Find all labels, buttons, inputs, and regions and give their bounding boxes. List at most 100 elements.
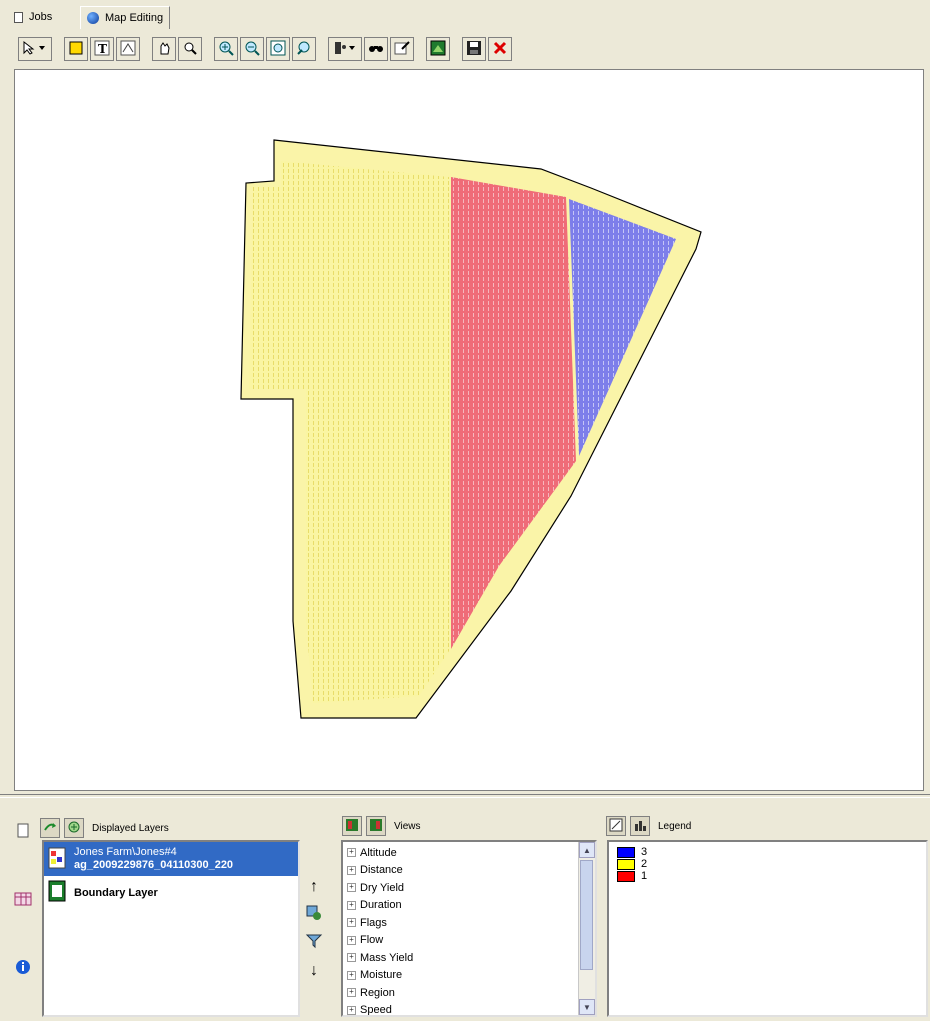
tab-jobs[interactable]: Jobs <box>8 6 58 28</box>
view-item[interactable]: + Flow <box>343 932 595 950</box>
scroll-up-button[interactable]: ▲ <box>579 842 595 858</box>
view-item[interactable]: + Speed <box>343 1002 595 1015</box>
legend-box: 321 <box>607 840 928 1017</box>
expand-icon[interactable]: + <box>347 865 356 875</box>
svg-text:T: T <box>98 42 107 56</box>
tab-jobs-label: Jobs <box>29 11 53 23</box>
text-button[interactable]: T <box>90 37 114 61</box>
expand-icon[interactable]: + <box>347 988 356 998</box>
save-button[interactable] <box>462 37 486 61</box>
view-item-label: Dry Yield <box>360 881 405 894</box>
legend-list: 321 <box>609 842 926 882</box>
side-tab-table[interactable] <box>10 880 36 920</box>
expand-icon[interactable]: + <box>347 848 356 858</box>
side-tab-layers[interactable] <box>10 812 36 852</box>
scroll-down-button[interactable]: ▼ <box>579 999 595 1015</box>
add-layer-button[interactable] <box>40 818 60 838</box>
zoom-in-icon <box>218 40 234 59</box>
side-tab-info[interactable] <box>10 948 36 988</box>
view-item[interactable]: + Altitude <box>343 844 595 862</box>
move-layer-up-button[interactable]: ↑ <box>302 875 326 899</box>
legend-label: 3 <box>641 846 648 858</box>
view-item[interactable]: + Distance <box>343 862 595 880</box>
boundary-layer-icon <box>48 880 66 905</box>
save-icon <box>466 40 482 59</box>
map-canvas[interactable] <box>14 69 924 791</box>
select-dropdown-button[interactable] <box>18 37 52 61</box>
view-item-label: Flags <box>360 916 387 929</box>
legend-edit-icon <box>609 818 623 835</box>
text-icon: T <box>94 40 110 59</box>
view-item[interactable]: + Duration <box>343 897 595 915</box>
view-item[interactable]: + Region <box>343 984 595 1002</box>
expand-icon[interactable]: + <box>347 953 356 963</box>
legend-header: Legend <box>606 816 691 836</box>
expand-icon[interactable]: + <box>347 900 356 910</box>
move-layer-down-button[interactable]: ↓ <box>302 959 326 983</box>
view-item-label: Mass Yield <box>360 951 414 964</box>
edit-vertices-button[interactable] <box>116 37 140 61</box>
chevron-down-icon: ▼ <box>583 1002 591 1012</box>
find-icon <box>368 40 384 59</box>
scroll-thumb[interactable] <box>580 860 593 970</box>
info-dropdown-button[interactable] <box>328 37 362 61</box>
legend-chart-button[interactable] <box>630 816 650 836</box>
yield-zone-3 <box>569 199 676 456</box>
views-title: Views <box>394 820 421 832</box>
view-item-label: Distance <box>360 864 403 877</box>
polygon-button[interactable] <box>64 37 88 61</box>
info-icon <box>15 959 31 978</box>
layer-order-controls: ↑ ↓ <box>302 875 330 987</box>
legend-item: 1 <box>609 870 926 882</box>
add-layer-icon <box>43 820 57 837</box>
arrow-up-icon: ↑ <box>310 878 318 895</box>
select-dropdown-icon <box>22 40 48 59</box>
tab-bar: Jobs Map Editing <box>0 0 930 32</box>
view-item[interactable]: + Flags <box>343 914 595 932</box>
layer-properties-button[interactable] <box>302 903 326 927</box>
info-dropdown-icon <box>332 40 358 59</box>
view-grid-button[interactable] <box>366 816 386 836</box>
expand-icon[interactable]: + <box>347 935 356 945</box>
tab-map-editing[interactable]: Map Editing <box>80 6 171 29</box>
view-grid-icon <box>369 818 383 835</box>
identify-button[interactable] <box>390 37 414 61</box>
refresh-layer-button[interactable] <box>64 818 84 838</box>
legend-swatch <box>617 858 635 870</box>
view-item[interactable]: + Dry Yield <box>343 879 595 897</box>
legend-item: 2 <box>609 858 926 870</box>
legend-title: Legend <box>658 820 692 832</box>
expand-icon[interactable]: + <box>347 883 356 893</box>
legend-label: 1 <box>641 870 648 882</box>
chevron-up-icon: ▲ <box>583 845 591 855</box>
views-scrollbar[interactable]: ▲ ▼ <box>578 842 595 1015</box>
layer-item-map[interactable]: Jones Farm\Jones#4 ag_2009229876_0411030… <box>44 842 298 876</box>
legend-edit-button[interactable] <box>606 816 626 836</box>
close-button[interactable] <box>488 37 512 61</box>
zoom-in-button[interactable] <box>214 37 238 61</box>
expand-icon[interactable]: + <box>347 1005 356 1015</box>
zoom-out-button[interactable] <box>240 37 264 61</box>
panel-separator <box>0 794 930 798</box>
layer-filter-button[interactable] <box>302 931 326 955</box>
find-button[interactable] <box>364 37 388 61</box>
expand-icon[interactable]: + <box>347 918 356 928</box>
view-map-button[interactable] <box>342 816 362 836</box>
view-item[interactable]: + Moisture <box>343 967 595 985</box>
layer-item-boundary[interactable]: Boundary Layer <box>44 876 298 909</box>
zoom-previous-icon <box>296 40 312 59</box>
identify-icon <box>394 40 410 59</box>
views-tree: + Altitude + Distance + Dry Yield + Duration + Fl… <box>341 840 597 1017</box>
jobs-icon <box>14 11 23 23</box>
filter-icon <box>305 932 323 955</box>
map-layer-icon <box>48 847 66 872</box>
view-item-label: Flow <box>360 934 384 947</box>
view-item[interactable]: + Mass Yield <box>343 949 595 967</box>
expand-icon[interactable]: + <box>347 970 356 980</box>
zoom-previous-button[interactable] <box>292 37 316 61</box>
zoom-extent-button[interactable] <box>266 37 290 61</box>
globe-icon <box>87 12 99 24</box>
pan-button[interactable] <box>152 37 176 61</box>
map-image-button[interactable] <box>426 37 450 61</box>
zoom-tool-button[interactable] <box>178 37 202 61</box>
